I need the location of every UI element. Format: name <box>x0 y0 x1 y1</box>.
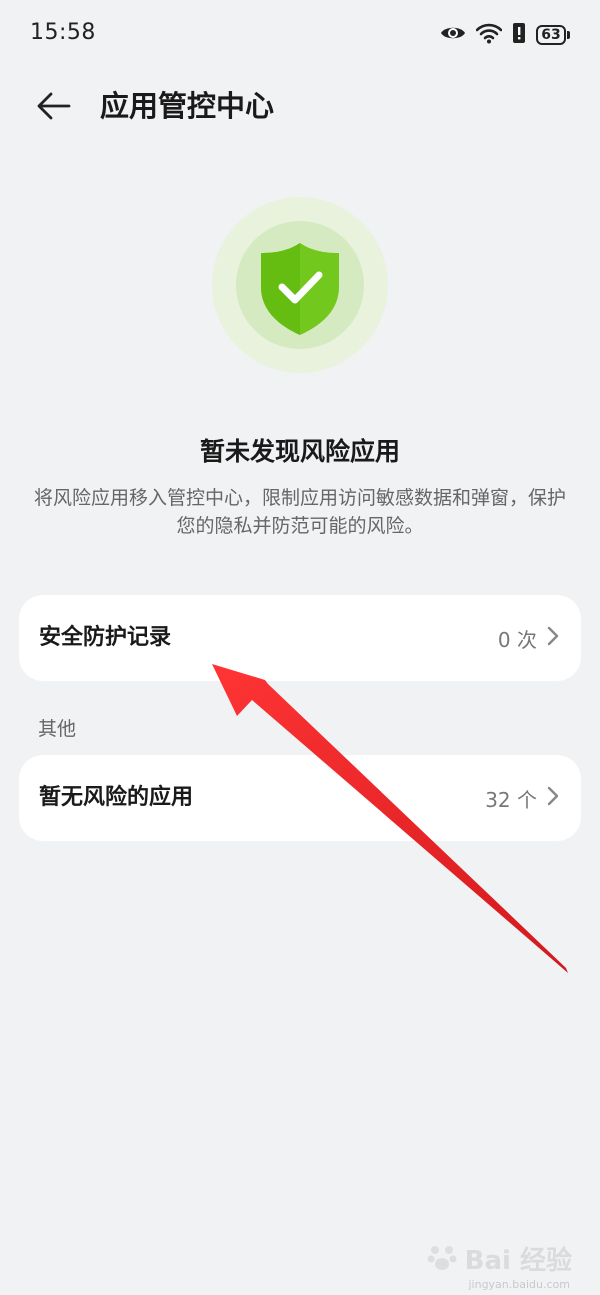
chevron-right-icon <box>547 626 559 650</box>
shield-check-icon <box>212 197 388 373</box>
arrow-left-icon <box>37 92 71 124</box>
watermark-text: Bai 经验 <box>464 1246 572 1276</box>
security-record-count: 0 次 <box>497 627 537 652</box>
watermark-logo: Bai 经验 <box>427 1240 572 1277</box>
status-time: 15:58 <box>30 20 96 45</box>
status-icons: 63 <box>440 22 570 48</box>
back-button[interactable] <box>32 86 76 130</box>
chevron-right-icon <box>547 786 559 810</box>
safe-apps-count: 32 个 <box>485 787 537 812</box>
header: 应用管控中心 <box>0 70 600 142</box>
battery-level: 63 <box>536 25 566 45</box>
empty-state-description: 将风险应用移入管控中心，限制应用访问敏感数据和弹窗，保护您的隐私并防范可能的风险… <box>33 487 566 537</box>
watermark-sub: jingyan.baidu.com <box>468 1278 570 1291</box>
paw-icon <box>427 1242 457 1276</box>
safe-apps-card[interactable]: 暂无风险的应用 32 个 <box>19 755 581 841</box>
safe-apps-right: 32 个 <box>485 755 559 841</box>
empty-state-title: 暂未发现风险应用 <box>199 437 400 466</box>
security-record-card[interactable]: 安全防护记录 0 次 <box>19 595 581 681</box>
alert-icon <box>512 22 526 48</box>
security-record-label: 安全防护记录 <box>39 625 172 650</box>
page-title: 应用管控中心 <box>100 89 275 123</box>
safe-apps-label: 暂无风险的应用 <box>39 785 194 810</box>
eye-icon <box>440 23 466 47</box>
security-record-right: 0 次 <box>498 595 559 681</box>
wifi-icon <box>475 22 503 48</box>
battery-icon: 63 <box>536 25 570 45</box>
status-bar: 15:58 63 <box>0 0 600 70</box>
section-other-label: 其他 <box>38 718 77 740</box>
